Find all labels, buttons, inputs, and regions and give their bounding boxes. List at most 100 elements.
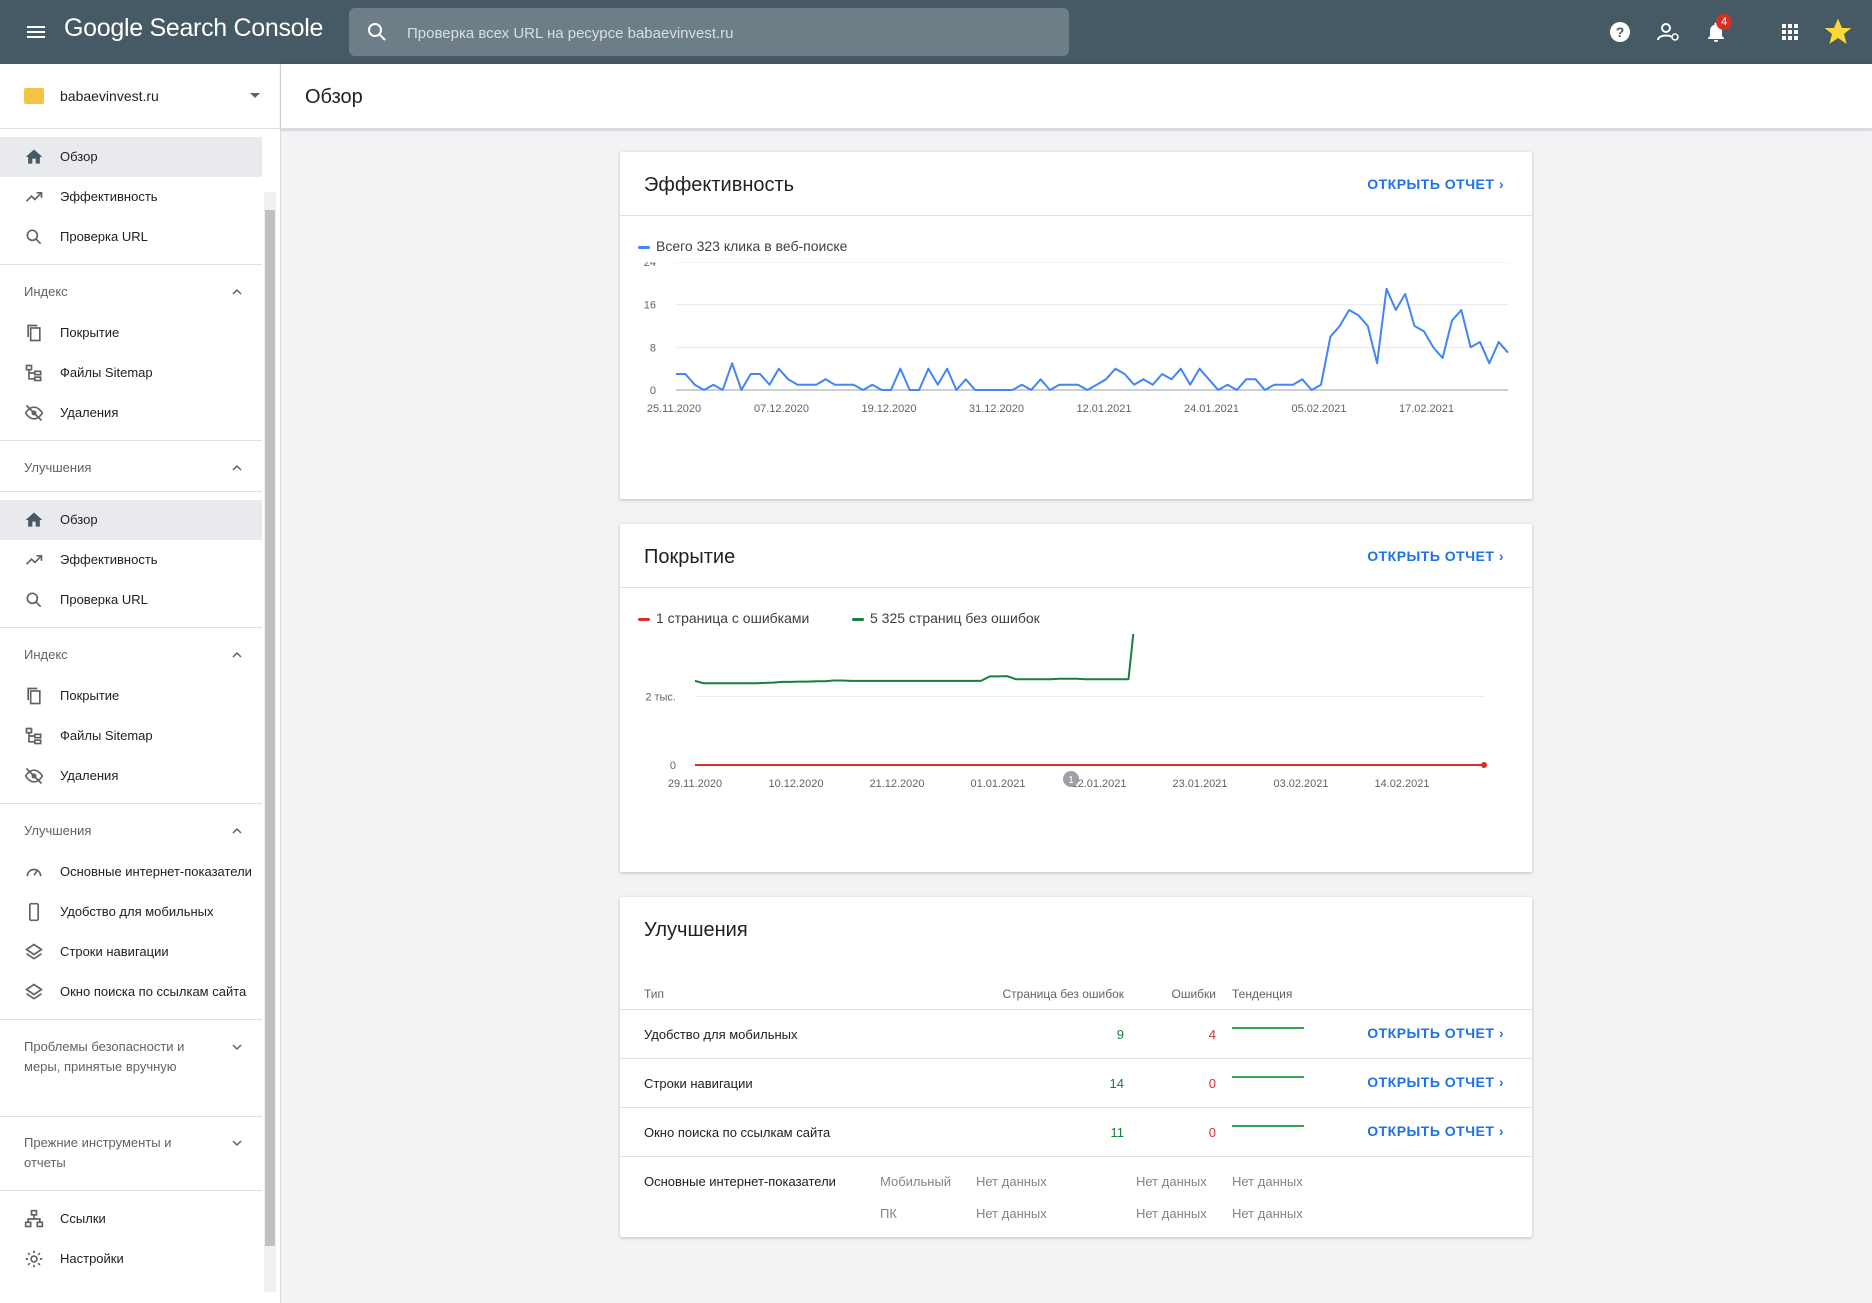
section-title-index[interactable]: Индекс: [24, 645, 68, 665]
sidebar-item-overview[interactable]: Обзор: [0, 137, 262, 177]
divider: [0, 1019, 262, 1020]
sidebar-item-performance[interactable]: Эффективность: [0, 540, 262, 580]
series-end-point: [1481, 762, 1487, 768]
sidebar-item-url-inspection[interactable]: Проверка URL: [0, 217, 262, 257]
property-selector[interactable]: babaevinvest.ru: [0, 64, 280, 129]
section-title-improvements[interactable]: Улучшения: [24, 821, 91, 841]
open-report-label: ОТКРЫТЬ ОТЧЕТ: [1367, 1123, 1495, 1139]
sidebar-item-label: Покрытие: [60, 688, 120, 703]
y-tick-label: 8: [650, 342, 656, 354]
section-title-security[interactable]: Проблемы безопасности и меры, принятые в…: [24, 1037, 194, 1077]
open-report-link[interactable]: ОТКРЫТЬ ОТЧЕТ ›: [1367, 1123, 1504, 1139]
chevron-down-icon[interactable]: [231, 1137, 243, 1149]
sidebar-item-settings[interactable]: Настройки: [0, 1239, 262, 1279]
menu-icon[interactable]: [24, 20, 48, 44]
property-name: babaevinvest.ru: [60, 88, 159, 104]
chevron-down-icon: [250, 93, 260, 98]
sidebar-scrollbar[interactable]: [264, 192, 276, 1292]
url-inspection-search[interactable]: [349, 8, 1069, 58]
trend-sparkline: [1232, 1125, 1304, 1127]
app-logo[interactable]: Google Search Console: [64, 14, 323, 43]
chevron-up-icon[interactable]: [231, 649, 243, 661]
divider: [620, 1058, 1532, 1059]
sidebar-item-label: Удаления: [60, 405, 119, 420]
no-data-label: Нет данных: [976, 1174, 1047, 1189]
no-data-label: Нет данных: [1232, 1206, 1303, 1221]
search-icon: [368, 23, 386, 41]
copy-icon: [27, 687, 41, 705]
sidebar-item-breadcrumbs[interactable]: Строки навигации: [0, 932, 262, 972]
no-data-label: Нет данных: [1136, 1206, 1207, 1221]
user-settings-icon[interactable]: [1656, 20, 1680, 44]
chart-legend[interactable]: Всего 323 клика в веб-поиске: [638, 238, 847, 254]
page-title: Обзор: [305, 86, 363, 108]
x-tick-label: 25.11.2020: [647, 403, 701, 415]
sidebar-item-removals[interactable]: Удаления: [0, 393, 262, 433]
row-type: Основные интернет-показатели: [644, 1174, 836, 1189]
sidebar-item-core-web-vitals[interactable]: Основные интернет-показатели: [0, 852, 262, 892]
y-tick-label: 24: [644, 262, 656, 269]
sidebar-item-label: Проверка URL: [60, 592, 148, 607]
search-icon: [26, 229, 42, 245]
divider: [0, 1116, 262, 1117]
y-tick-label: 4 тыс.: [645, 634, 676, 635]
chevron-right-icon: ›: [1498, 176, 1504, 192]
sidebar-item-coverage[interactable]: Покрытие: [0, 313, 262, 353]
section-title-legacy-tools[interactable]: Прежние инструменты и отчеты: [24, 1133, 194, 1173]
chart-legend-valid[interactable]: 5 325 страниц без ошибок: [852, 610, 1040, 626]
sidebar-item-label: Удобство для мобильных: [60, 904, 214, 919]
sidebar-item-label: Основные интернет-показатели: [60, 864, 252, 879]
open-report-link[interactable]: ОТКРЫТЬ ОТЧЕТ ›: [1367, 1074, 1504, 1090]
help-icon[interactable]: ?: [1608, 20, 1632, 44]
divider: [620, 1156, 1532, 1157]
sitemap-icon: [25, 364, 42, 382]
row-valid-count: 9: [1116, 1027, 1124, 1042]
series-line: [676, 287, 1509, 391]
no-data-label: Нет данных: [1136, 1174, 1207, 1189]
column-header-valid: Страница без ошибок: [1002, 987, 1124, 1001]
row-valid-count: 14: [1109, 1076, 1124, 1091]
chart-legend-error[interactable]: 1 страница с ошибками: [638, 610, 809, 626]
sidebar-item-sitelinks-searchbox[interactable]: Окно поиска по ссылкам сайта: [0, 972, 262, 1012]
chevron-up-icon[interactable]: [231, 286, 243, 298]
trending-icon: [25, 192, 43, 202]
chevron-up-icon[interactable]: [231, 825, 243, 837]
y-tick-label: 0: [670, 760, 676, 772]
scrollbar-thumb[interactable]: [265, 210, 275, 1246]
sidebar-item-performance[interactable]: Эффективность: [0, 177, 262, 217]
sidebar-item-mobile-usability[interactable]: Удобство для мобильных: [0, 892, 262, 932]
card-title: Улучшения: [644, 919, 748, 941]
divider: [0, 627, 262, 628]
copy-icon: [27, 324, 41, 342]
links-icon: [24, 1209, 44, 1228]
sidebar-item-sitemaps[interactable]: Файлы Sitemap: [0, 716, 262, 756]
sidebar-item-label: Ссылки: [60, 1211, 106, 1226]
chevron-down-icon[interactable]: [231, 1041, 243, 1053]
star-icon[interactable]: [1822, 16, 1854, 48]
x-tick-label: 03.02.2021: [1273, 778, 1328, 790]
open-report-link[interactable]: ОТКРЫТЬ ОТЧЕТ ›: [1367, 176, 1504, 192]
sidebar-item-links[interactable]: Ссылки: [0, 1199, 262, 1239]
open-report-label: ОТКРЫТЬ ОТЧЕТ: [1367, 1074, 1495, 1090]
sidebar-item-label: Удаления: [60, 768, 119, 783]
open-report-link[interactable]: ОТКРЫТЬ ОТЧЕТ ›: [1367, 548, 1504, 564]
performance-card: Эффективность ОТКРЫТЬ ОТЧЕТ › Всего 323 …: [620, 152, 1532, 499]
performance-chart: 0 8 16 24 25.11.2020 07.12.2020 19.12.2020 31.1…: [644, 262, 1509, 415]
apps-icon[interactable]: [1778, 20, 1802, 44]
sidebar-item-overview[interactable]: Обзор: [0, 500, 262, 540]
sidebar-item-url-inspection[interactable]: Проверка URL: [0, 580, 262, 620]
sidebar-item-label: Настройки: [60, 1251, 124, 1266]
section-title-index[interactable]: Индекс: [24, 282, 68, 302]
search-input[interactable]: [405, 8, 1049, 58]
chevron-right-icon: ›: [1498, 1025, 1504, 1041]
chevron-right-icon: ›: [1498, 1074, 1504, 1090]
column-header-trend: Тенденция: [1232, 987, 1293, 1001]
x-tick-label: 01.01.2021: [970, 778, 1025, 790]
sidebar-item-sitemaps[interactable]: Файлы Sitemap: [0, 353, 262, 393]
sidebar-item-coverage[interactable]: Покрытие: [0, 676, 262, 716]
sidebar-item-removals[interactable]: Удаления: [0, 756, 262, 796]
divider: [0, 440, 262, 441]
chevron-up-icon[interactable]: [231, 462, 243, 474]
open-report-link[interactable]: ОТКРЫТЬ ОТЧЕТ ›: [1367, 1025, 1504, 1041]
section-title-improvements[interactable]: Улучшения: [24, 458, 91, 478]
